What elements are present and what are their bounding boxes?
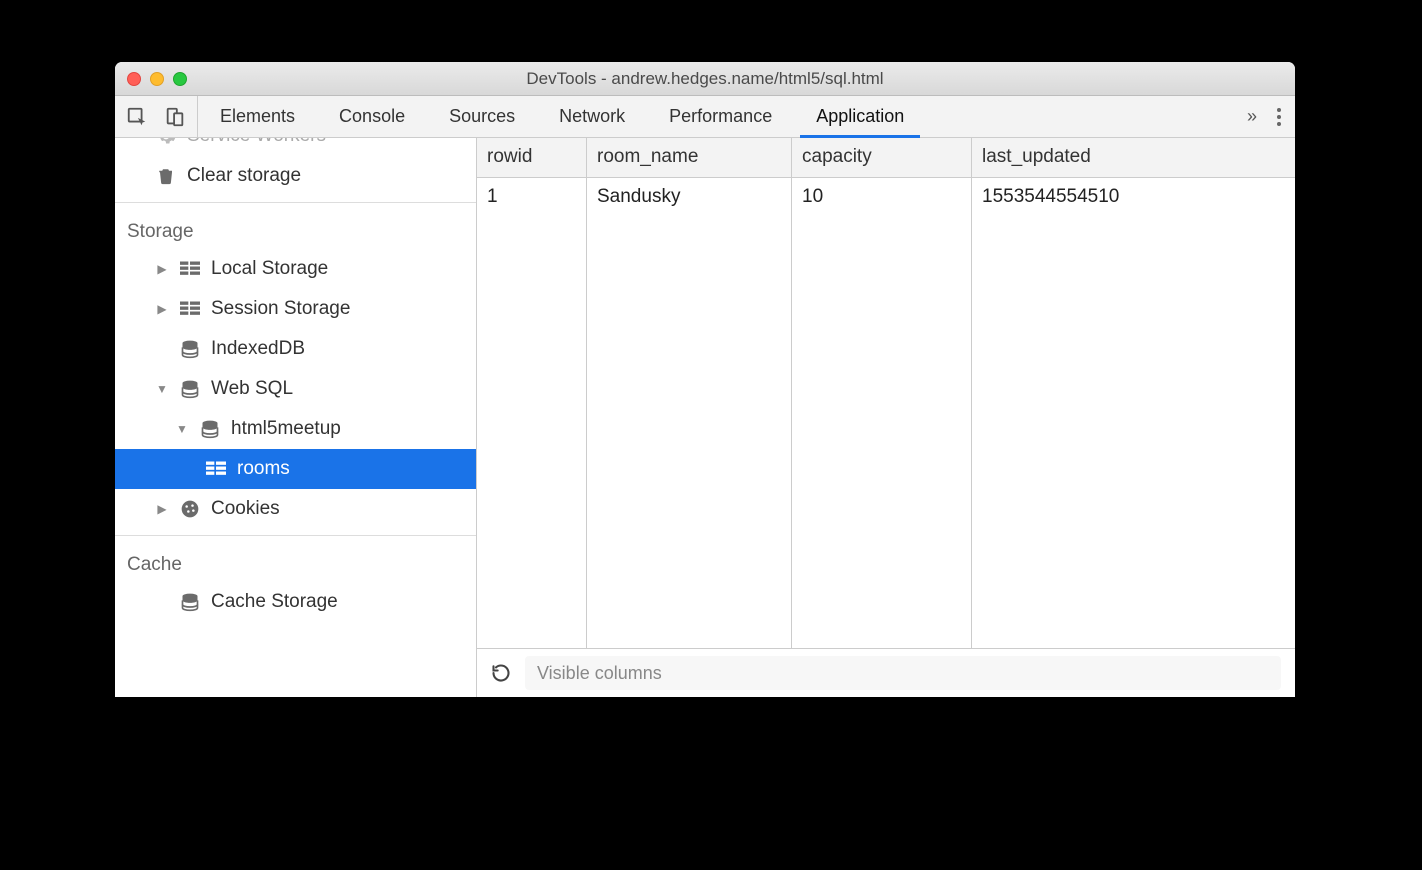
grid-toolbar bbox=[477, 649, 1295, 697]
sidebar-item-database[interactable]: ▼ html5meetup bbox=[115, 409, 476, 449]
inspect-element-icon[interactable] bbox=[125, 105, 149, 129]
sidebar-label: html5meetup bbox=[231, 418, 341, 440]
column-header-last-updated[interactable]: last_updated bbox=[972, 138, 1295, 177]
maximize-window-button[interactable] bbox=[173, 72, 187, 86]
gear-icon bbox=[155, 138, 177, 146]
sidebar-item-clear-storage[interactable]: Clear storage bbox=[115, 156, 476, 196]
tab-application[interactable]: Application bbox=[794, 96, 926, 137]
device-toolbar-icon[interactable] bbox=[163, 105, 187, 129]
titlebar: DevTools - andrew.hedges.name/html5/sql.… bbox=[115, 62, 1295, 96]
content-area: Service Workers Clear storage Storage ▶ … bbox=[115, 138, 1295, 697]
table-icon bbox=[179, 261, 201, 277]
cell-rowid: 1 bbox=[477, 178, 587, 648]
database-icon bbox=[179, 339, 201, 359]
sidebar-item-table-rooms[interactable]: rooms bbox=[115, 449, 476, 489]
sidebar-heading-cache: Cache bbox=[115, 542, 476, 582]
tab-sources[interactable]: Sources bbox=[427, 96, 537, 137]
close-window-button[interactable] bbox=[127, 72, 141, 86]
tab-console[interactable]: Console bbox=[317, 96, 427, 137]
sidebar-label: Cookies bbox=[211, 498, 280, 520]
cell-capacity: 10 bbox=[792, 178, 972, 648]
cookie-icon bbox=[179, 499, 201, 519]
data-panel: rowid room_name capacity last_updated 1 … bbox=[477, 138, 1295, 697]
settings-menu-icon[interactable] bbox=[1277, 108, 1281, 126]
traffic-lights bbox=[115, 72, 187, 86]
devtools-window: DevTools - andrew.hedges.name/html5/sql.… bbox=[115, 62, 1295, 697]
sidebar-label: Web SQL bbox=[211, 378, 293, 400]
devtools-toolbar: Elements Console Sources Network Perform… bbox=[115, 96, 1295, 138]
sidebar-label: Session Storage bbox=[211, 298, 350, 320]
expand-arrow-icon: ▶ bbox=[155, 262, 169, 276]
sidebar-heading-storage: Storage bbox=[115, 209, 476, 249]
database-icon bbox=[199, 419, 221, 439]
tab-performance[interactable]: Performance bbox=[647, 96, 794, 137]
table-icon bbox=[179, 301, 201, 317]
sidebar-item-local-storage[interactable]: ▶ Local Storage bbox=[115, 249, 476, 289]
cell-room-name: Sandusky bbox=[587, 178, 792, 648]
column-header-room-name[interactable]: room_name bbox=[587, 138, 792, 177]
sidebar-item-service-workers[interactable]: Service Workers bbox=[115, 138, 476, 156]
sidebar-item-web-sql[interactable]: ▼ Web SQL bbox=[115, 369, 476, 409]
database-icon bbox=[179, 379, 201, 399]
cell-last-updated: 1553544554510 bbox=[972, 178, 1295, 648]
column-header-capacity[interactable]: capacity bbox=[792, 138, 972, 177]
sidebar-label: Cache Storage bbox=[211, 591, 338, 613]
data-grid: rowid room_name capacity last_updated 1 … bbox=[477, 138, 1295, 649]
grid-header-row: rowid room_name capacity last_updated bbox=[477, 138, 1295, 178]
refresh-icon[interactable] bbox=[491, 663, 511, 683]
sidebar-item-session-storage[interactable]: ▶ Session Storage bbox=[115, 289, 476, 329]
more-tabs-icon[interactable]: » bbox=[1247, 106, 1257, 127]
sidebar-label: Service Workers bbox=[187, 138, 326, 147]
column-header-rowid[interactable]: rowid bbox=[477, 138, 587, 177]
expand-arrow-icon: ▶ bbox=[155, 302, 169, 316]
sidebar-item-cookies[interactable]: ▶ Cookies bbox=[115, 489, 476, 529]
visible-columns-input[interactable] bbox=[525, 656, 1281, 690]
sidebar-label: Local Storage bbox=[211, 258, 328, 280]
panel-tabs: Elements Console Sources Network Perform… bbox=[198, 96, 1233, 137]
database-icon bbox=[179, 592, 201, 612]
sidebar-label: IndexedDB bbox=[211, 338, 305, 360]
sidebar-item-indexeddb[interactable]: IndexedDB bbox=[115, 329, 476, 369]
window-title: DevTools - andrew.hedges.name/html5/sql.… bbox=[115, 69, 1295, 89]
tab-network[interactable]: Network bbox=[537, 96, 647, 137]
tab-elements[interactable]: Elements bbox=[198, 96, 317, 137]
sidebar-item-cache-storage[interactable]: Cache Storage bbox=[115, 582, 476, 622]
trash-icon bbox=[155, 166, 177, 186]
sidebar-label: rooms bbox=[237, 458, 290, 480]
collapse-arrow-icon: ▼ bbox=[175, 422, 189, 436]
sidebar-label: Clear storage bbox=[187, 165, 301, 187]
collapse-arrow-icon: ▼ bbox=[155, 382, 169, 396]
expand-arrow-icon: ▶ bbox=[155, 502, 169, 516]
table-row[interactable]: 1 Sandusky 10 1553544554510 bbox=[477, 178, 1295, 648]
minimize-window-button[interactable] bbox=[150, 72, 164, 86]
table-icon bbox=[205, 461, 227, 477]
application-sidebar: Service Workers Clear storage Storage ▶ … bbox=[115, 138, 477, 697]
